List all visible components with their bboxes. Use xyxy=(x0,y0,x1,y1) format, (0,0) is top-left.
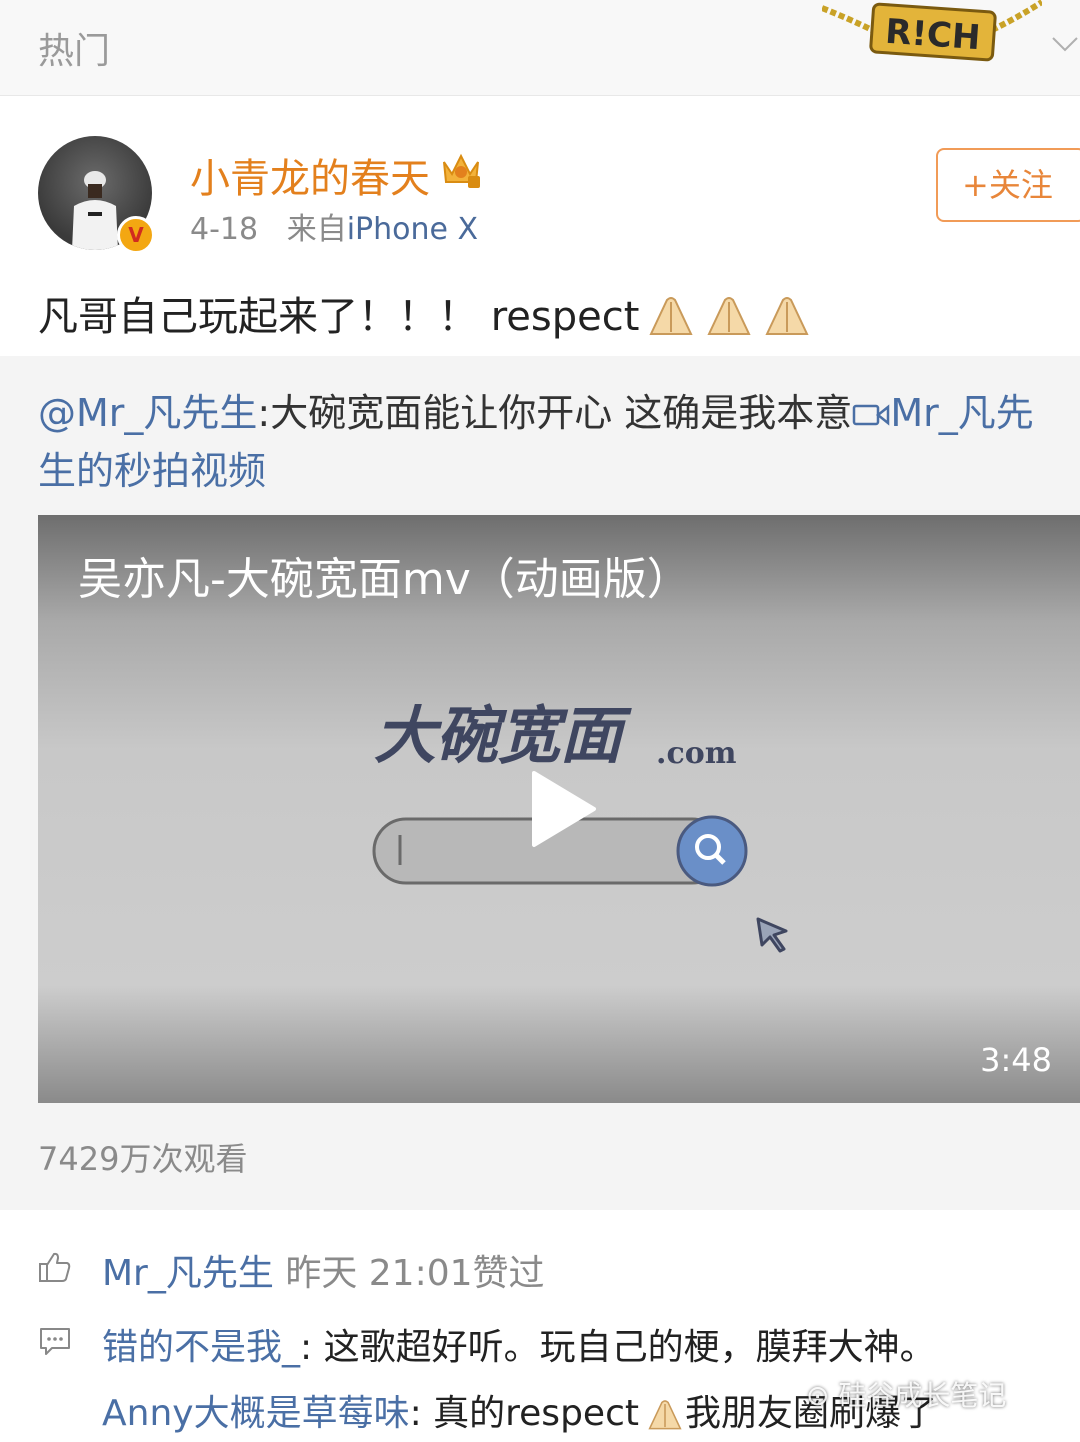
comment-user[interactable]: Anny大概是草莓味 xyxy=(102,1393,410,1434)
view-count: 7429万次观看 xyxy=(38,1140,248,1178)
like-suffix: 赞过 xyxy=(472,1253,545,1294)
post-source-device[interactable]: iPhone X xyxy=(347,212,478,247)
video-logo-suffix: .com xyxy=(656,736,737,771)
hot-header-bar: 热门 R!CH xyxy=(0,0,1080,96)
cursor-arrow-icon xyxy=(756,917,788,953)
post-text: 凡哥自己玩起来了！！！ respect xyxy=(38,284,813,342)
post-username[interactable]: 小青龙的春天 xyxy=(190,146,430,204)
praying-hands-icon xyxy=(649,297,693,335)
crown-member-icon xyxy=(443,153,480,188)
post-meta: 4-18 来自iPhone X xyxy=(190,204,478,248)
praying-hands-icon xyxy=(765,297,809,335)
video-player[interactable]: 吴亦凡-大碗宽面mv（动画版） 大碗宽面 .com 3:48 xyxy=(38,515,1080,1103)
reposted-content[interactable]: @Mr_凡先生:大碗宽面能让你开心 这确是我本意 Mr_凡先生的秒拍视频 吴亦凡-… xyxy=(0,356,1080,1210)
video-camera-icon xyxy=(853,404,890,426)
comment-user[interactable]: 错的不是我_ xyxy=(102,1327,300,1368)
comment-text: : 真的respect xyxy=(409,1393,639,1434)
follow-button[interactable]: +关注 xyxy=(936,148,1080,222)
watermark: ⊙ 硅谷成长笔记 xyxy=(806,1379,1007,1412)
comment-text: : 这歌超好听。玩自己的梗，膜拜大神。 xyxy=(300,1327,936,1368)
thumbs-up-icon[interactable] xyxy=(38,1250,72,1284)
comment-icon[interactable] xyxy=(38,1324,72,1358)
video-logo-text: 大碗宽面 xyxy=(374,699,632,772)
like-user[interactable]: Mr_凡先生 xyxy=(102,1253,274,1294)
hot-label: 热门 xyxy=(38,31,111,72)
rich-badge-icon: R!CH xyxy=(822,0,1042,62)
avatar-person-figure xyxy=(72,171,118,250)
post-text-content: 凡哥自己玩起来了！！！ respect xyxy=(38,294,640,340)
watermark-text: 硅谷成长笔记 xyxy=(838,1379,1007,1412)
chevron-down-icon[interactable] xyxy=(1050,30,1080,60)
praying-hands-icon xyxy=(648,1400,682,1430)
repost-text: @Mr_凡先生:大碗宽面能让你开心 这确是我本意 Mr_凡先生的秒拍视频 xyxy=(38,384,1058,500)
like-time: 昨天 21:01 xyxy=(285,1253,473,1294)
rich-badge-text: R!CH xyxy=(884,12,982,59)
video-duration: 3:48 xyxy=(980,1041,1052,1079)
video-title: 吴亦凡-大碗宽面mv（动画版） xyxy=(78,554,691,605)
repost-body: :大碗宽面能让你开心 这确是我本意 xyxy=(257,391,853,435)
play-icon[interactable] xyxy=(528,769,598,849)
verified-badge: V xyxy=(117,216,155,254)
repost-mention[interactable]: @Mr_凡先生 xyxy=(38,391,257,435)
praying-hands-icon xyxy=(707,297,751,335)
post-date: 4-18 xyxy=(190,212,259,247)
post-source-prefix: 来自 xyxy=(286,212,347,247)
